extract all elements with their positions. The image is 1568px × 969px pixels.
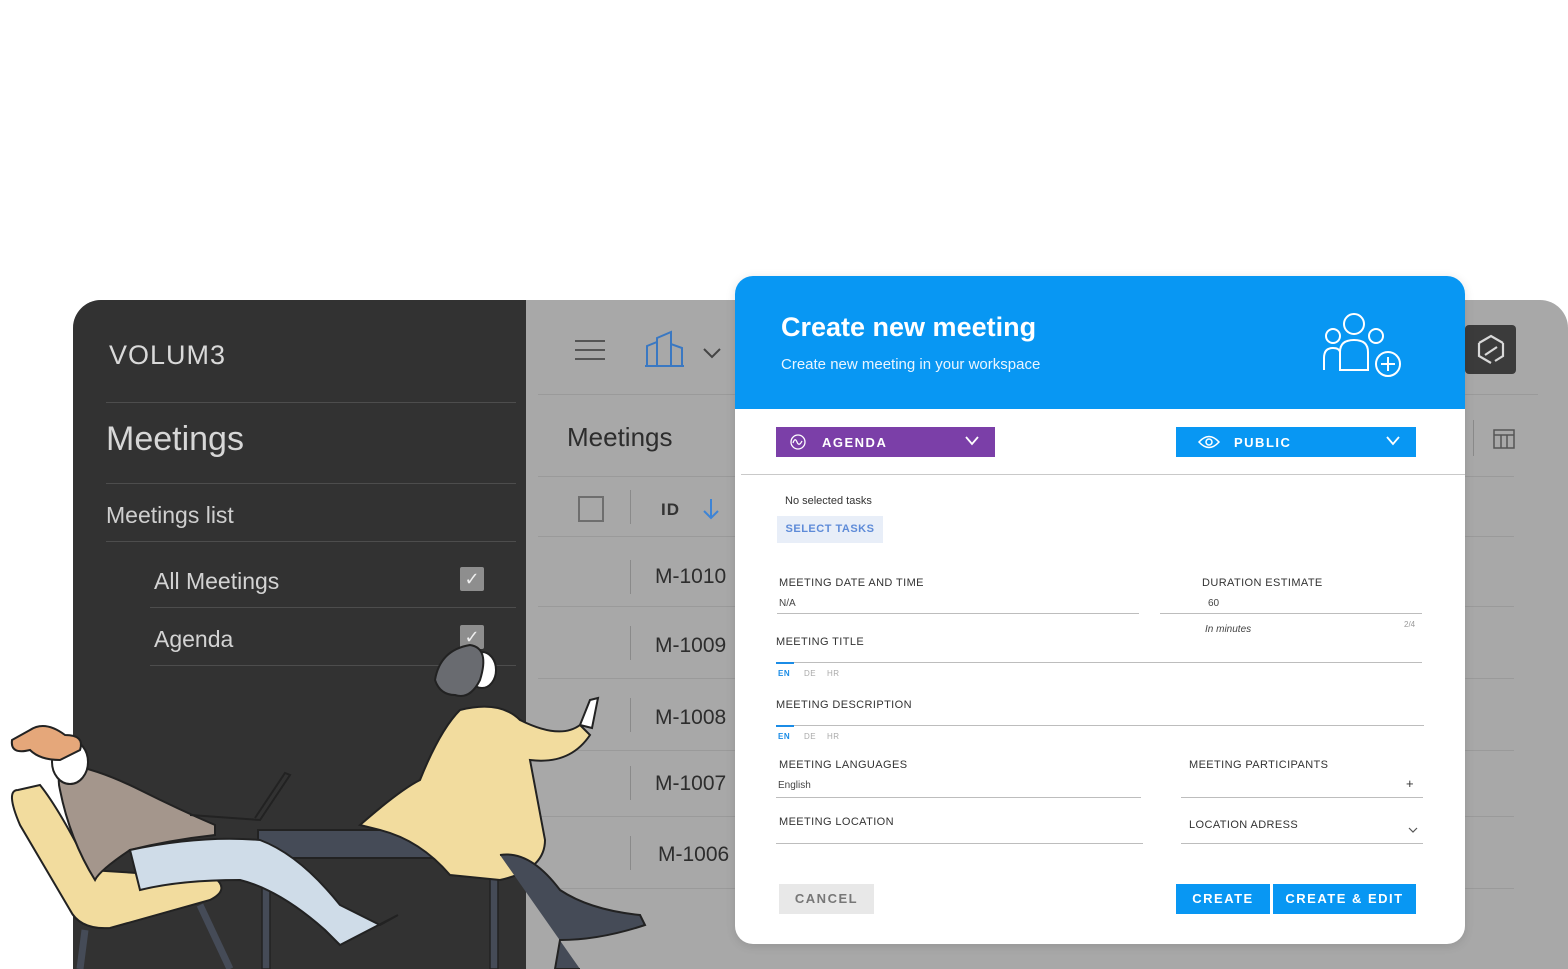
divider	[106, 483, 516, 484]
column-separator	[630, 626, 631, 660]
chevron-down-icon[interactable]	[1408, 827, 1418, 834]
all-meetings-checkbox[interactable]: ✓	[460, 567, 484, 591]
add-participant-button[interactable]: +	[1406, 776, 1414, 791]
table-row[interactable]: M-1008	[655, 706, 726, 730]
agenda-checkbox[interactable]: ✓	[460, 625, 484, 649]
participants-field[interactable]	[1181, 797, 1423, 798]
active-language-indicator	[776, 662, 794, 664]
column-separator	[630, 490, 631, 524]
create-meeting-dialog: Create new meeting Create new meeting in…	[735, 276, 1465, 944]
location-label: MEETING LOCATION	[779, 816, 894, 828]
pulse-icon	[790, 434, 806, 450]
divider	[150, 665, 516, 666]
brand-logo: VOLUM3	[109, 340, 227, 370]
meeting-description-field[interactable]	[776, 725, 1424, 726]
table-row[interactable]: M-1006	[658, 843, 729, 867]
location-address-label: LOCATION ADRESS	[1189, 819, 1299, 831]
sidebar-title: Meetings	[106, 420, 244, 458]
divider	[150, 607, 516, 608]
arrow-down-icon[interactable]	[703, 498, 719, 520]
type-select-label: AGENDA	[822, 434, 888, 450]
date-time-label: MEETING DATE AND TIME	[779, 577, 924, 589]
active-language-indicator	[776, 725, 794, 727]
select-all-checkbox[interactable]	[578, 496, 604, 522]
table-row[interactable]: M-1007	[655, 772, 726, 796]
page-title: Meetings	[567, 422, 673, 452]
location-field[interactable]	[776, 843, 1143, 844]
duration-label: DURATION ESTIMATE	[1202, 577, 1323, 589]
logo-icon	[1477, 334, 1505, 364]
divider	[741, 474, 1465, 475]
table-view-icon[interactable]	[1493, 429, 1515, 449]
lang-tab-en[interactable]: EN	[778, 732, 790, 741]
cancel-button[interactable]: CANCEL	[779, 884, 874, 914]
dialog-subtitle: Create new meeting in your workspace	[781, 356, 1041, 373]
meeting-title-label: MEETING TITLE	[776, 636, 865, 648]
create-button[interactable]: CREATE	[1176, 884, 1270, 914]
sidebar-item-meetings-list[interactable]: Meetings list	[106, 502, 234, 529]
column-separator	[630, 836, 631, 870]
table-row[interactable]: M-1009	[655, 634, 726, 658]
visibility-select[interactable]: PUBLIC	[1176, 427, 1416, 457]
duration-value: 60	[1208, 598, 1220, 609]
duration-field[interactable]	[1160, 613, 1422, 614]
eye-icon	[1198, 435, 1220, 449]
lang-tab-de[interactable]: DE	[804, 732, 816, 741]
dialog-title: Create new meeting	[781, 312, 1037, 342]
column-separator	[1473, 420, 1474, 456]
chevron-down-icon[interactable]	[703, 348, 721, 360]
select-tasks-button[interactable]: SELECT TASKS	[777, 516, 883, 543]
participants-label: MEETING PARTICIPANTS	[1189, 759, 1329, 771]
app-logo-button[interactable]	[1465, 325, 1516, 374]
column-separator	[630, 766, 631, 800]
lang-tab-hr[interactable]: HR	[827, 669, 840, 678]
duration-hint: In minutes	[1205, 624, 1252, 635]
divider	[106, 541, 516, 542]
lang-tab-hr[interactable]: HR	[827, 732, 840, 741]
dialog-header: Create new meeting Create new meeting in…	[735, 276, 1465, 409]
table-row[interactable]: M-1010	[655, 565, 726, 589]
type-select[interactable]: AGENDA	[776, 427, 995, 457]
lang-tab-de[interactable]: DE	[804, 669, 816, 678]
id-column-header[interactable]: ID	[661, 500, 680, 520]
meeting-description-label: MEETING DESCRIPTION	[776, 699, 912, 711]
create-and-edit-button[interactable]: CREATE & EDIT	[1273, 884, 1416, 914]
sidebar-item-agenda[interactable]: Agenda	[154, 626, 233, 653]
hamburger-icon[interactable]	[575, 338, 607, 364]
column-separator	[630, 698, 631, 732]
chevron-down-icon	[1386, 436, 1400, 446]
duration-counter: 2/4	[1404, 620, 1416, 629]
add-participants-icon	[1323, 313, 1401, 377]
date-time-value: N/A	[779, 598, 796, 609]
date-time-field[interactable]	[777, 613, 1139, 614]
no-tasks-text: No selected tasks	[785, 495, 872, 507]
chevron-down-icon	[965, 436, 979, 446]
sidebar-item-all-meetings[interactable]: All Meetings	[154, 568, 279, 595]
location-address-field[interactable]	[1181, 843, 1423, 844]
lang-tab-en[interactable]: EN	[778, 669, 790, 678]
visibility-select-label: PUBLIC	[1234, 434, 1292, 450]
languages-label: MEETING LANGUAGES	[779, 759, 908, 771]
meeting-title-field[interactable]	[776, 662, 1422, 663]
languages-value: English	[778, 780, 811, 791]
sidebar: VOLUM3 Meetings Meetings list All Meetin…	[73, 300, 526, 969]
languages-field[interactable]	[776, 797, 1141, 798]
column-separator	[630, 560, 631, 594]
divider	[106, 402, 516, 403]
building-icon[interactable]	[645, 330, 685, 368]
